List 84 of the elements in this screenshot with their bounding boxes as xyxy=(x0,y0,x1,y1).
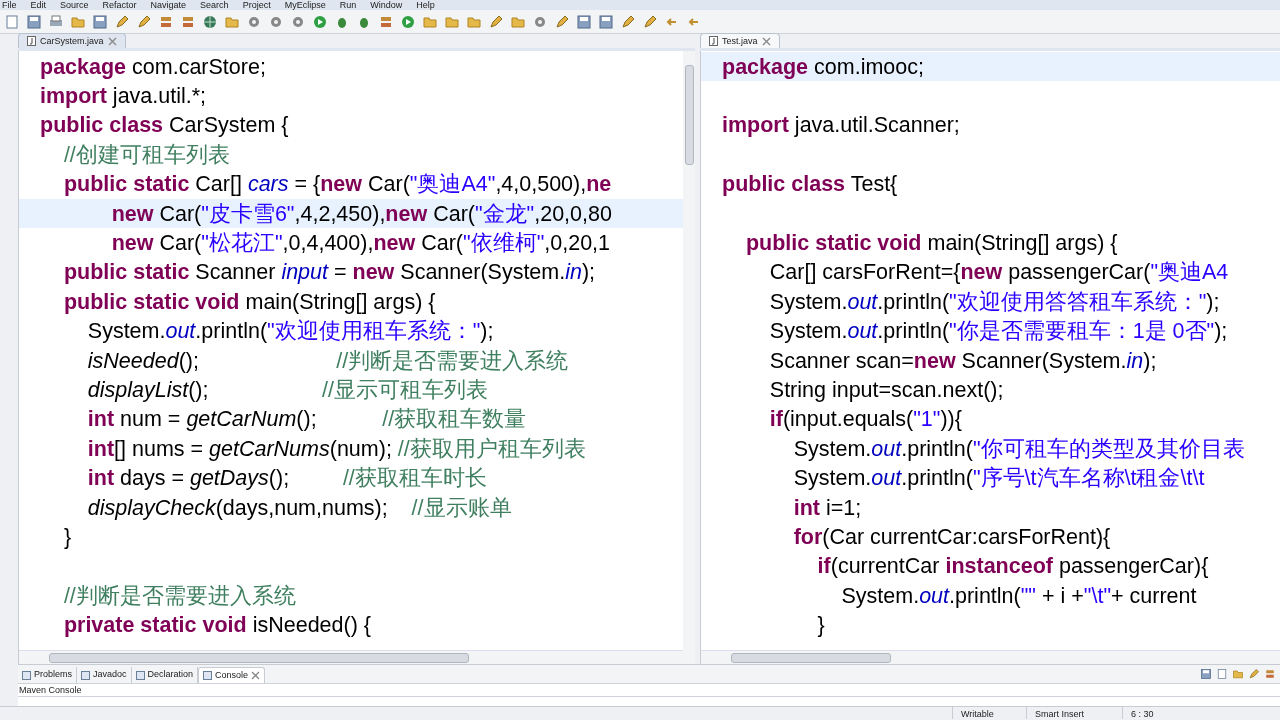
code-line: System.out.println("欢迎使用租车系统："); xyxy=(86,318,494,345)
code-line: int[] nums = getCarNums(num); //获取用户租车列表 xyxy=(86,435,586,462)
code-line: System.out.println("" + i +"\t"+ current xyxy=(840,582,1197,609)
code-line: new Car("松花江",0,4,400),new Car("依维柯",0,20,1 xyxy=(110,230,610,257)
new-file-icon[interactable] xyxy=(4,13,20,30)
code-line: private static void isNeeded() { xyxy=(62,612,371,639)
menu-item[interactable]: Navigate xyxy=(150,0,187,10)
java-file-icon xyxy=(27,36,36,46)
code-line: System.out.println("你是否需要租车：1是 0否"); xyxy=(768,318,1228,345)
vertical-scrollbar[interactable] xyxy=(684,65,694,165)
code-line: displayList(); //显示可租车列表 xyxy=(86,377,488,403)
code-line: public class CarSystem { xyxy=(40,112,289,139)
folder-icon[interactable] xyxy=(1232,668,1244,680)
menu-item[interactable]: Run xyxy=(339,0,357,10)
code-line: public static void main(String[] args) { xyxy=(62,288,436,315)
code-line: int days = getDays(); //获取租车时长 xyxy=(86,465,487,492)
code-line: import java.util.*; xyxy=(40,83,207,110)
code-line: System.out.println("你可租车的类型及其价目表 xyxy=(792,435,1245,462)
horizontal-scrollbar[interactable] xyxy=(731,652,891,663)
pencil-icon[interactable] xyxy=(114,13,130,30)
new-file-icon[interactable] xyxy=(1216,668,1228,680)
horizontal-scrollbar[interactable] xyxy=(49,652,469,663)
code-line: public static void main(String[] args) { xyxy=(744,230,1118,257)
java-file-icon xyxy=(709,36,718,46)
close-icon[interactable] xyxy=(251,671,261,680)
code-line: displayCheck(days,num,nums); //显示账单 xyxy=(86,494,512,521)
code-line: package com.imooc; xyxy=(722,53,924,80)
pencil-icon[interactable] xyxy=(136,13,152,30)
code-line: int i=1; xyxy=(792,494,862,521)
save-icon[interactable] xyxy=(576,13,592,30)
code-line: int num = getCarNum(); //获取租车数量 xyxy=(86,406,527,433)
view-icon xyxy=(81,670,90,680)
code-line: new Car("皮卡雪6",4,2,450),new Car("金龙",20,0,80 xyxy=(110,200,612,227)
status-text: 6 : 30 xyxy=(1122,707,1202,719)
pencil-icon[interactable] xyxy=(554,13,570,30)
pencil-icon[interactable] xyxy=(1248,668,1260,680)
view-icon xyxy=(203,671,213,680)
editor-tab[interactable]: CarSystem.java xyxy=(18,33,126,48)
close-icon[interactable] xyxy=(107,36,117,46)
menu-item[interactable]: MyEclipse xyxy=(284,0,326,10)
code-line: Scanner scan=new Scanner(System.in); xyxy=(768,347,1157,374)
code-line: if(currentCar instanceof passengerCar){ xyxy=(816,553,1209,580)
menu-item[interactable]: Source xyxy=(60,0,89,10)
menu-item[interactable]: Edit xyxy=(30,0,47,10)
code-line: //创建可租车列表 xyxy=(62,141,230,168)
code-line: } xyxy=(62,523,72,550)
code-line: if(input.equals("1")){ xyxy=(768,406,962,433)
menu-item[interactable]: Window xyxy=(370,0,403,10)
status-text: Writable xyxy=(952,707,1026,719)
code-line: for(Car currentCar:carsForRent){ xyxy=(792,523,1111,550)
menu-item[interactable]: Project xyxy=(242,0,271,10)
view-icon xyxy=(22,670,31,680)
status-text: Smart Insert xyxy=(1026,707,1122,719)
save-icon[interactable] xyxy=(92,13,108,30)
menu-item[interactable]: Search xyxy=(200,0,229,10)
code-line: import java.util.Scanner; xyxy=(722,112,960,139)
code-line: public static Car[] cars = {new Car("奥迪A4",4,0,500),ne xyxy=(62,171,612,198)
editor-tab[interactable]: Test.java xyxy=(700,33,780,48)
code-line: String input=scan.next(); xyxy=(768,377,1004,403)
save-icon[interactable] xyxy=(598,13,614,30)
menu-item[interactable]: File xyxy=(2,0,17,10)
menu-item[interactable]: Help xyxy=(416,0,435,10)
console-title: Maven Console xyxy=(19,685,82,695)
save-icon[interactable] xyxy=(1200,668,1212,680)
save-icon[interactable] xyxy=(26,13,42,30)
close-icon[interactable] xyxy=(761,36,771,46)
code-line: System.out.println("欢迎使用答答租车系统："); xyxy=(768,288,1220,315)
run-icon[interactable] xyxy=(400,13,416,30)
code-line: } xyxy=(816,612,825,639)
globe-icon[interactable] xyxy=(202,13,218,30)
pencil-icon[interactable] xyxy=(642,13,658,30)
view-icon xyxy=(135,670,145,680)
code-line: //判断是否需要进入系统 xyxy=(62,582,296,609)
code-line: public static Scanner input = new Scanner(System.in); xyxy=(62,259,596,286)
code-line: System.out.println("序号\t汽车名称\t租金\t\t xyxy=(792,465,1205,492)
code-line: package com.carStore; xyxy=(40,53,266,80)
pencil-icon[interactable] xyxy=(488,13,504,30)
code-line: Car[] carsForRent={new passengerCar("奥迪A4 xyxy=(768,259,1229,286)
code-line: public class Test{ xyxy=(722,171,898,198)
pencil-icon[interactable] xyxy=(620,13,636,30)
code-line: isNeeded(); //判断是否需要进入系统 xyxy=(86,347,569,374)
view-tab[interactable]: Console xyxy=(198,667,266,683)
menu-item[interactable]: Refactor xyxy=(102,0,137,10)
run-icon[interactable] xyxy=(312,13,328,30)
